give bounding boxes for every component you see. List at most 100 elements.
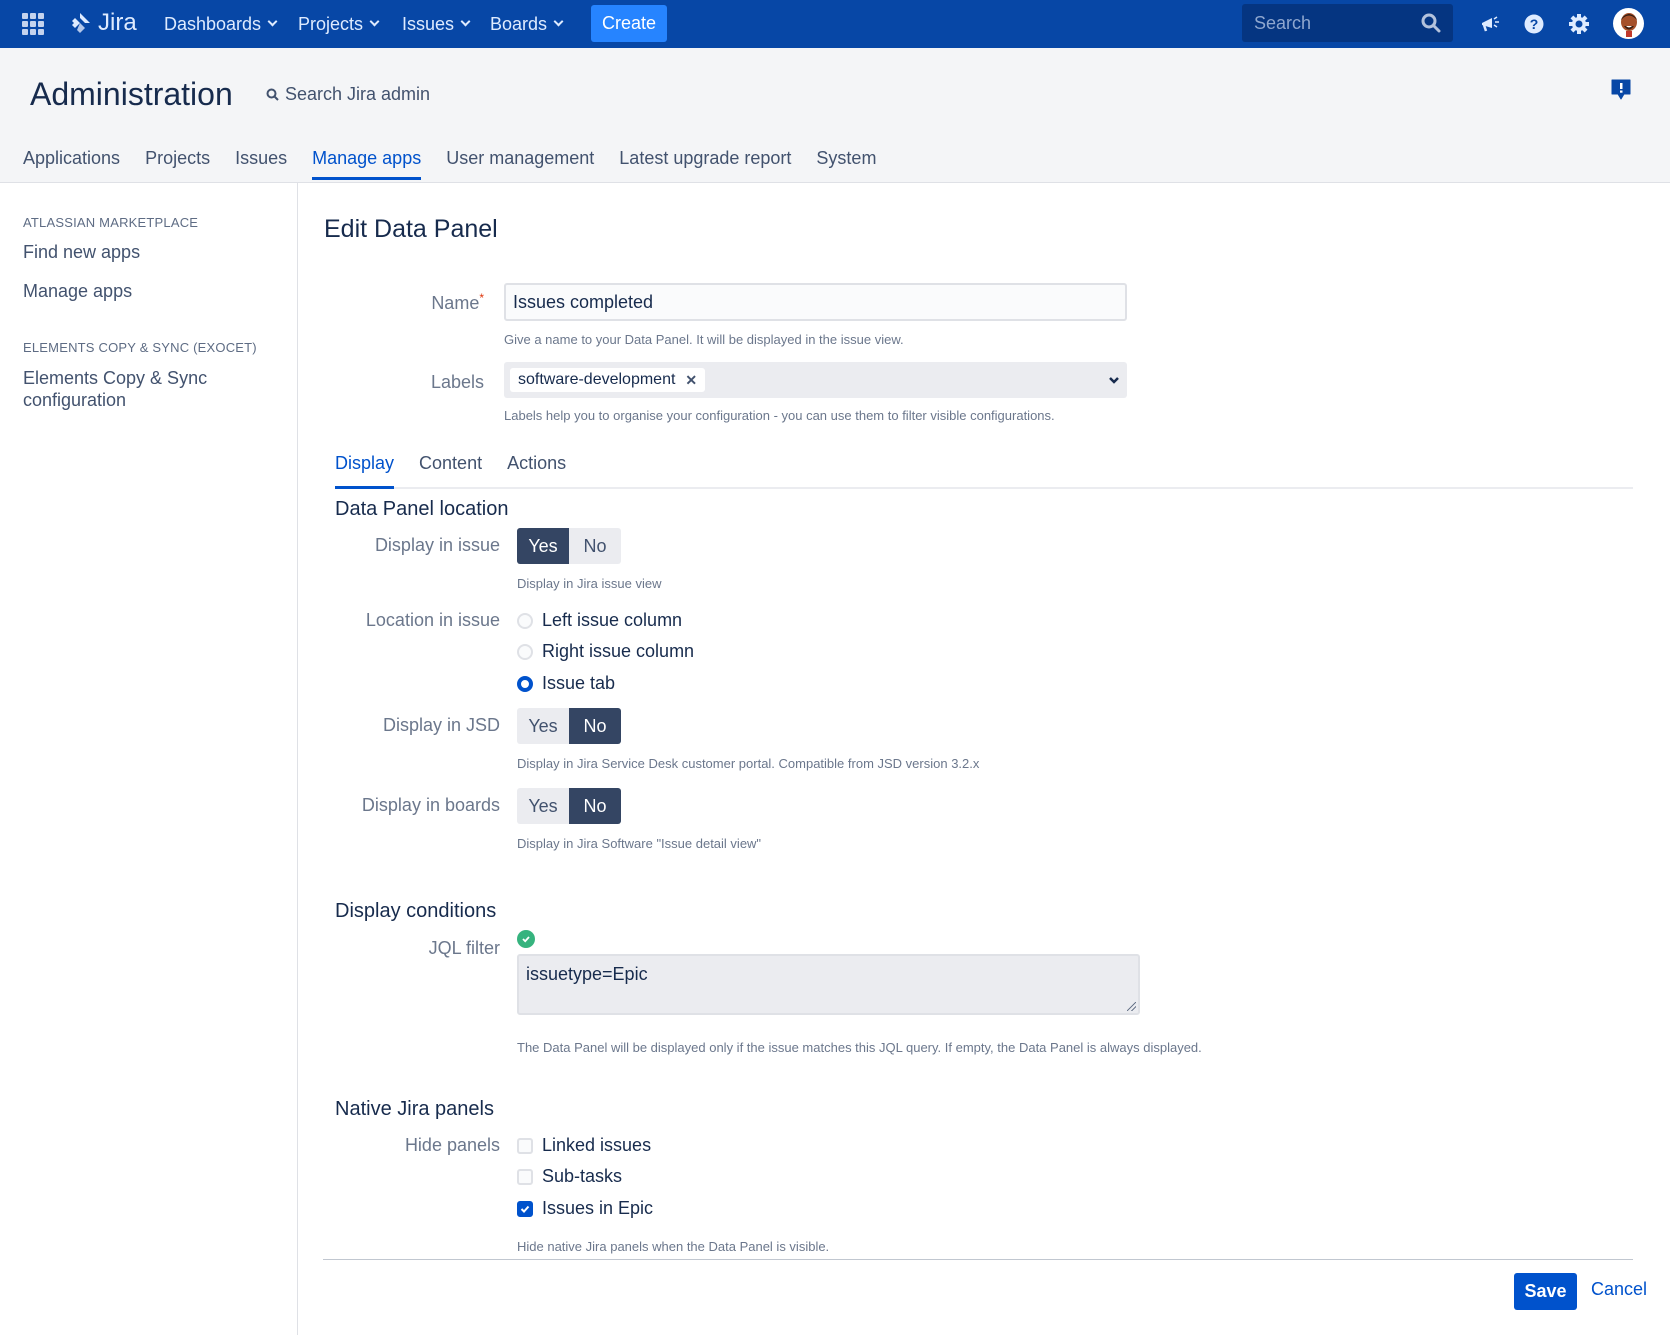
checkbox[interactable] xyxy=(517,1200,533,1217)
nav-label: Projects xyxy=(298,13,364,34)
nav-label: Issues xyxy=(402,13,455,34)
required-mark: * xyxy=(479,291,484,305)
display-in-boards-label: Display in boards xyxy=(361,795,500,815)
checkbox-label: Linked issues xyxy=(542,1135,652,1155)
admin-tab-projects[interactable]: Projects xyxy=(145,148,210,180)
radio-right-issue-column[interactable]: Right issue column xyxy=(517,641,694,662)
admin-tab-applications[interactable]: Applications xyxy=(23,148,120,180)
radio-issue-tab[interactable]: Issue tab xyxy=(517,673,615,694)
form-tabs: Display Content Actions xyxy=(335,453,1633,489)
admin-tab-system[interactable]: System xyxy=(816,148,876,180)
radio-button[interactable] xyxy=(517,643,533,660)
radio-left-issue-column[interactable]: Left issue column xyxy=(517,610,682,631)
jql-value: issuetype=Epic xyxy=(526,964,648,984)
nav-dashboards[interactable]: Dashboards xyxy=(164,0,278,48)
section-title-location: Data Panel location xyxy=(335,498,509,520)
checkbox-sub-tasks[interactable]: Sub-tasks xyxy=(517,1166,622,1187)
checkbox[interactable] xyxy=(517,1137,533,1154)
jira-logo-icon xyxy=(72,13,90,33)
display-in-jsd-toggle: Yes No xyxy=(517,708,621,744)
name-label: Name* xyxy=(378,291,484,314)
search-icon xyxy=(266,88,279,101)
checkmark-icon xyxy=(520,1205,530,1213)
display-in-issue-label: Display in issue xyxy=(374,535,500,555)
display-in-jsd-yes[interactable]: Yes xyxy=(517,708,569,744)
resize-handle-icon[interactable] xyxy=(1127,1002,1136,1011)
tab-display[interactable]: Display xyxy=(335,453,395,489)
form-title: Edit Data Panel xyxy=(324,215,498,243)
chevron-down-icon xyxy=(267,16,278,27)
admin-tabs: Applications Projects Issues Manage apps… xyxy=(23,148,901,180)
chevron-down-icon xyxy=(460,16,471,27)
radio-label: Right issue column xyxy=(542,641,695,661)
sidebar-item-manage-apps[interactable]: Manage apps xyxy=(23,280,132,302)
radio-button[interactable] xyxy=(517,675,533,692)
admin-tab-latest-upgrade-report[interactable]: Latest upgrade report xyxy=(619,148,791,180)
display-in-boards-no[interactable]: No xyxy=(569,788,621,824)
display-in-issue-toggle: Yes No xyxy=(517,528,621,564)
chevron-down-icon[interactable] xyxy=(1107,373,1121,387)
sidebar: ATLASSIAN MARKETPLACE Find new apps Mana… xyxy=(0,183,298,1335)
tab-actions[interactable]: Actions xyxy=(507,453,566,489)
display-in-jsd-help: Display in Jira Service Desk customer po… xyxy=(517,756,980,771)
display-in-issue-yes[interactable]: Yes xyxy=(517,528,569,564)
display-in-issue-no[interactable]: No xyxy=(569,528,621,564)
gear-icon[interactable] xyxy=(1567,12,1591,36)
name-label-text: Name xyxy=(431,293,480,313)
save-button[interactable]: Save xyxy=(1514,1273,1577,1310)
sidebar-heading: ELEMENTS COPY & SYNC (EXOCET) xyxy=(23,340,257,355)
name-help: Give a name to your Data Panel. It will … xyxy=(504,332,904,347)
top-navigation: Jira Dashboards Projects Issues Boards C… xyxy=(0,0,1670,48)
label-chip-text: software-development xyxy=(518,371,676,388)
create-button[interactable]: Create xyxy=(591,5,667,42)
admin-tab-manage-apps[interactable]: Manage apps xyxy=(312,148,422,180)
display-in-issue-help: Display in Jira issue view xyxy=(517,576,662,591)
chevron-down-icon xyxy=(553,16,564,27)
nav-issues[interactable]: Issues xyxy=(402,0,471,48)
display-in-boards-help: Display in Jira Software "Issue detail v… xyxy=(517,836,762,851)
nav-label: Boards xyxy=(490,13,548,34)
feedback-icon[interactable] xyxy=(1610,78,1632,107)
avatar[interactable] xyxy=(1613,8,1644,39)
labels-select[interactable]: software-development ✕ xyxy=(504,362,1127,398)
page-title: Administration xyxy=(30,76,233,112)
radio-label: Left issue column xyxy=(542,610,683,630)
checkbox-label: Sub-tasks xyxy=(542,1166,623,1186)
sidebar-item-elements-copy-sync-config[interactable]: Elements Copy & Sync configuration xyxy=(23,367,223,411)
name-field[interactable]: Issues completed xyxy=(504,283,1127,321)
search-placeholder: Search xyxy=(1254,12,1312,33)
megaphone-icon[interactable] xyxy=(1478,12,1502,36)
cancel-link[interactable]: Cancel xyxy=(1591,1279,1647,1300)
remove-label-icon[interactable]: ✕ xyxy=(685,372,697,389)
admin-search-link[interactable]: Search Jira admin xyxy=(266,84,430,105)
admin-tab-issues[interactable]: Issues xyxy=(235,148,287,180)
checkbox-linked-issues[interactable]: Linked issues xyxy=(517,1135,651,1156)
display-in-boards-yes[interactable]: Yes xyxy=(517,788,569,824)
admin-header: Administration Search Jira admin Applica… xyxy=(0,48,1670,183)
help-icon[interactable]: ? xyxy=(1522,12,1546,36)
sidebar-heading: ATLASSIAN MARKETPLACE xyxy=(23,215,199,230)
jql-filter-label: JQL filter xyxy=(428,938,500,958)
label-chip: software-development ✕ xyxy=(510,368,706,392)
display-in-boards-toggle: Yes No xyxy=(517,788,621,824)
location-in-issue-label: Location in issue xyxy=(365,610,500,630)
search-input[interactable]: Search xyxy=(1242,4,1453,42)
radio-button[interactable] xyxy=(517,612,533,629)
nav-boards[interactable]: Boards xyxy=(490,0,564,48)
nav-projects[interactable]: Projects xyxy=(298,0,380,48)
sidebar-item-find-new-apps[interactable]: Find new apps xyxy=(23,241,140,263)
labels-label: Labels xyxy=(430,372,484,392)
display-in-jsd-no[interactable]: No xyxy=(569,708,621,744)
svg-text:?: ? xyxy=(1530,16,1539,32)
checkbox-label: Issues in Epic xyxy=(542,1198,654,1218)
checkbox[interactable] xyxy=(517,1168,533,1185)
display-in-jsd-label: Display in JSD xyxy=(382,715,500,735)
labels-help: Labels help you to organise your configu… xyxy=(504,408,1055,423)
app-switcher-icon[interactable] xyxy=(22,13,44,35)
tab-content[interactable]: Content xyxy=(419,453,482,489)
checkbox-issues-in-epic[interactable]: Issues in Epic xyxy=(517,1198,653,1219)
jql-filter-textarea[interactable]: issuetype=Epic xyxy=(517,954,1140,1015)
admin-tab-user-management[interactable]: User management xyxy=(446,148,594,180)
app-name: Jira xyxy=(98,9,137,36)
jira-logo[interactable]: Jira xyxy=(68,9,137,37)
